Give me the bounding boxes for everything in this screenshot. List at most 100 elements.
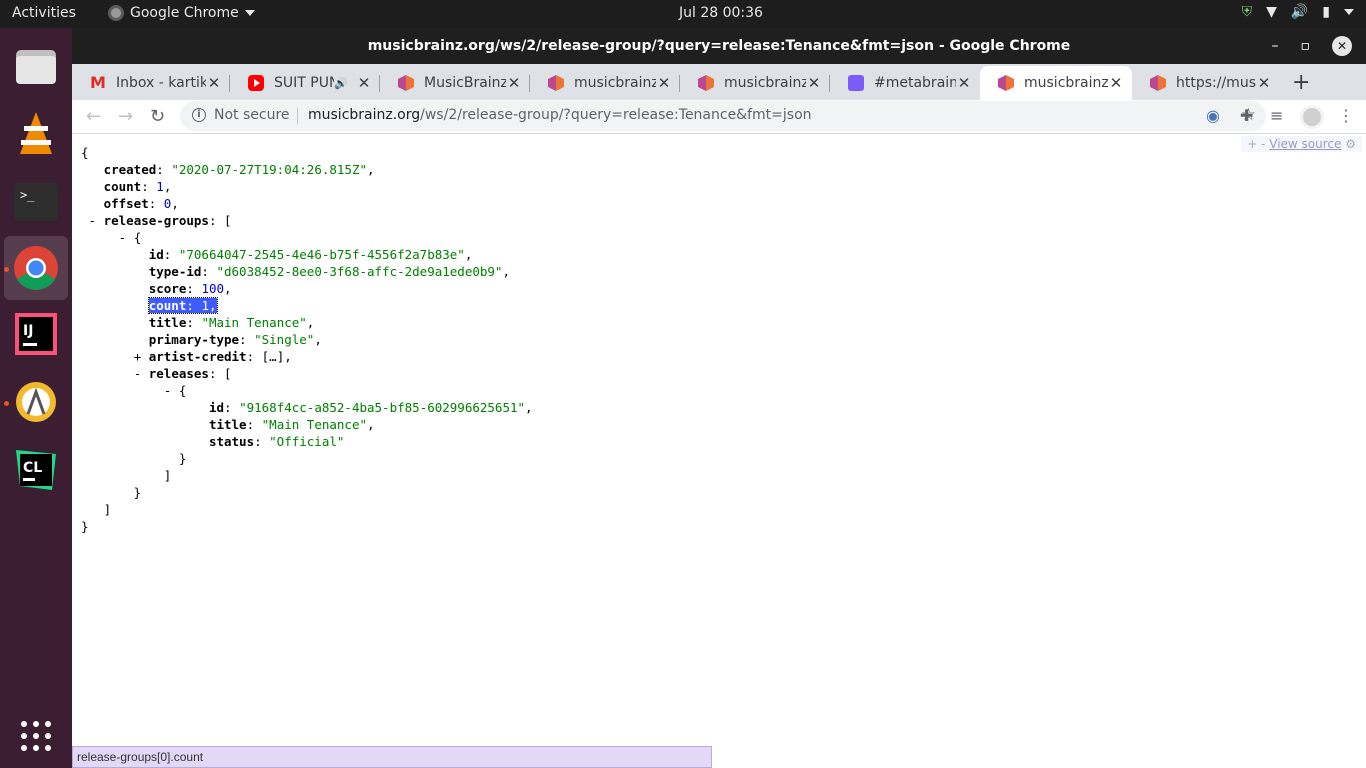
window-title: musicbrainz.org/ws/2/release-group/?quer…	[367, 38, 1071, 54]
close-window-button[interactable]: ✕	[1332, 36, 1352, 56]
chrome-launcher[interactable]	[4, 236, 68, 300]
profile-avatar[interactable]	[1300, 105, 1324, 129]
close-tab-icon[interactable]: ✕	[356, 74, 372, 92]
tab-label: musicbrainz	[724, 75, 806, 91]
close-tab-icon[interactable]: ✕	[1256, 74, 1272, 92]
android-studio-launcher[interactable]	[4, 370, 68, 434]
json-key: type-id	[148, 264, 202, 279]
tab-musicbrainz-active[interactable]: musicbrainz ✕	[980, 66, 1132, 100]
minimize-button[interactable]: –	[1272, 38, 1279, 54]
browser-toolbar: ← → ↻ i Not secure musicbrainz.org/ws/2/…	[72, 100, 1366, 134]
musicbrainz-icon	[698, 75, 714, 91]
close-tab-icon[interactable]: ✕	[656, 74, 672, 92]
vlc-launcher[interactable]	[4, 102, 68, 166]
json-line: ]	[81, 502, 112, 517]
json-line: offset: 0,	[103, 196, 179, 211]
system-tray[interactable]: ⛨ ▼ 🔊 ▮	[1242, 4, 1354, 20]
tab-musicbrainz-url[interactable]: https://musi ✕	[1132, 66, 1280, 100]
collapsed-value[interactable]: […]	[262, 349, 285, 364]
show-applications-button[interactable]	[4, 704, 68, 768]
not-secure-label[interactable]: Not secure	[214, 107, 290, 123]
collapse-toggle[interactable]: -	[134, 366, 142, 381]
expand-toggle[interactable]: +	[134, 349, 142, 364]
tab-label: musicbrainz	[574, 75, 656, 91]
json-line: + artist-credit: […],	[133, 349, 292, 364]
info-icon[interactable]: i	[192, 108, 206, 122]
json-line: - {	[163, 383, 187, 398]
json-line: count: 1,	[103, 179, 172, 194]
close-tab-icon[interactable]: ✕	[956, 74, 972, 92]
tab-youtube[interactable]: SUIT PUN 🔊 ✕	[230, 66, 380, 100]
tab-label: https://musi	[1176, 75, 1256, 91]
json-key: artist-credit	[148, 349, 247, 364]
media-queue-icon[interactable]: ≡	[1270, 106, 1283, 125]
json-tree: { created: "2020-07-27T19:04:26.815Z", c…	[81, 144, 533, 535]
page-content: + - View source ⚙ { created: "2020-07-27…	[72, 135, 1366, 768]
tab-label: Inbox - kartik	[116, 75, 206, 91]
collapse-toggle[interactable]: -	[89, 213, 97, 228]
tab-musicbrainz-3[interactable]: musicbrainz ✕	[680, 66, 830, 100]
json-line: title: "Main Tenance",	[208, 417, 375, 432]
forward-button[interactable]: →	[118, 106, 133, 127]
shield-icon[interactable]: ⛨	[1242, 4, 1253, 20]
address-bar[interactable]: i Not secure musicbrainz.org/ws/2/releas…	[180, 101, 1266, 131]
battery-icon: ▮	[1322, 4, 1330, 20]
collapse-toggle[interactable]: -	[119, 230, 127, 245]
kebab-menu-icon[interactable]: ⋮	[1338, 106, 1354, 125]
collapse-toggle[interactable]: -	[164, 383, 172, 398]
json-line: id: "70664047-2545-4e46-b75f-4556f2a7b83…	[148, 247, 473, 262]
tab-label: SUIT PUN	[274, 75, 335, 91]
files-launcher[interactable]	[4, 34, 68, 98]
chrome-icon	[14, 246, 58, 290]
expand-collapse-toggles[interactable]: + -	[1247, 137, 1265, 151]
clock[interactable]: Jul 28 00:36	[679, 5, 763, 21]
json-key: id	[148, 247, 164, 262]
json-key: id	[208, 400, 224, 415]
back-button[interactable]: ←	[86, 106, 101, 127]
tab-metabrainz[interactable]: #metabrainz ✕	[830, 66, 980, 100]
omnibox-divider	[297, 108, 298, 124]
json-key: count	[148, 298, 187, 313]
extension-icon[interactable]: ◉	[1206, 106, 1220, 125]
view-source-link[interactable]: View source	[1269, 137, 1341, 151]
json-line: type-id: "d6038452-8ee0-3f68-affc-2de9a1…	[148, 264, 510, 279]
url-text[interactable]: musicbrainz.org/ws/2/release-group/?quer…	[308, 107, 812, 123]
json-key: offset	[103, 196, 149, 211]
clion-icon: CL	[16, 450, 56, 490]
new-tab-button[interactable]: +	[1292, 70, 1310, 95]
reload-button[interactable]: ↻	[150, 106, 165, 127]
close-tab-icon[interactable]: ✕	[206, 74, 222, 92]
vlc-icon	[20, 112, 52, 154]
json-string: "Official"	[269, 434, 345, 449]
maximize-button[interactable]: ▫	[1301, 38, 1311, 54]
app-menu[interactable]: Google Chrome	[108, 5, 255, 21]
close-tab-icon[interactable]: ✕	[506, 74, 522, 92]
gear-icon[interactable]: ⚙	[1345, 137, 1356, 151]
json-line: - releases: [	[133, 366, 232, 381]
clion-launcher[interactable]: CL	[4, 438, 68, 502]
wifi-icon: ▼	[1266, 4, 1277, 20]
youtube-icon	[248, 75, 264, 91]
activities-button[interactable]: Activities	[12, 5, 76, 21]
json-line: primary-type: "Single",	[148, 332, 322, 347]
musicbrainz-icon	[1150, 75, 1166, 91]
json-key: primary-type	[148, 332, 240, 347]
close-tab-icon[interactable]: ✕	[1108, 74, 1124, 92]
tab-musicbrainz-2[interactable]: musicbrainz ✕	[530, 66, 680, 100]
window-title-bar[interactable]: musicbrainz.org/ws/2/release-group/?quer…	[72, 28, 1366, 64]
json-string: "9168f4cc-a852-4ba5-bf85-602996625651"	[239, 400, 526, 415]
tab-musicbrainz-1[interactable]: MusicBrainz ✕	[380, 66, 530, 100]
json-line: }	[81, 451, 187, 466]
json-key: release-groups	[103, 213, 209, 228]
puzzle-extensions-icon[interactable]: ✚	[1240, 106, 1253, 125]
svg-text:IJ: IJ	[23, 323, 33, 339]
json-line-selected[interactable]: count: 1,	[81, 297, 533, 314]
terminal-launcher[interactable]: >_	[4, 170, 68, 234]
intellij-launcher[interactable]: IJ	[4, 302, 68, 366]
audio-playing-icon[interactable]: 🔊	[334, 77, 348, 90]
close-tab-icon[interactable]: ✕	[806, 74, 822, 92]
app-menu-label: Google Chrome	[130, 5, 239, 21]
json-key: title	[148, 315, 187, 330]
selected-property[interactable]: count: 1,	[147, 297, 218, 314]
tab-gmail[interactable]: M Inbox - kartik ✕	[72, 66, 230, 100]
